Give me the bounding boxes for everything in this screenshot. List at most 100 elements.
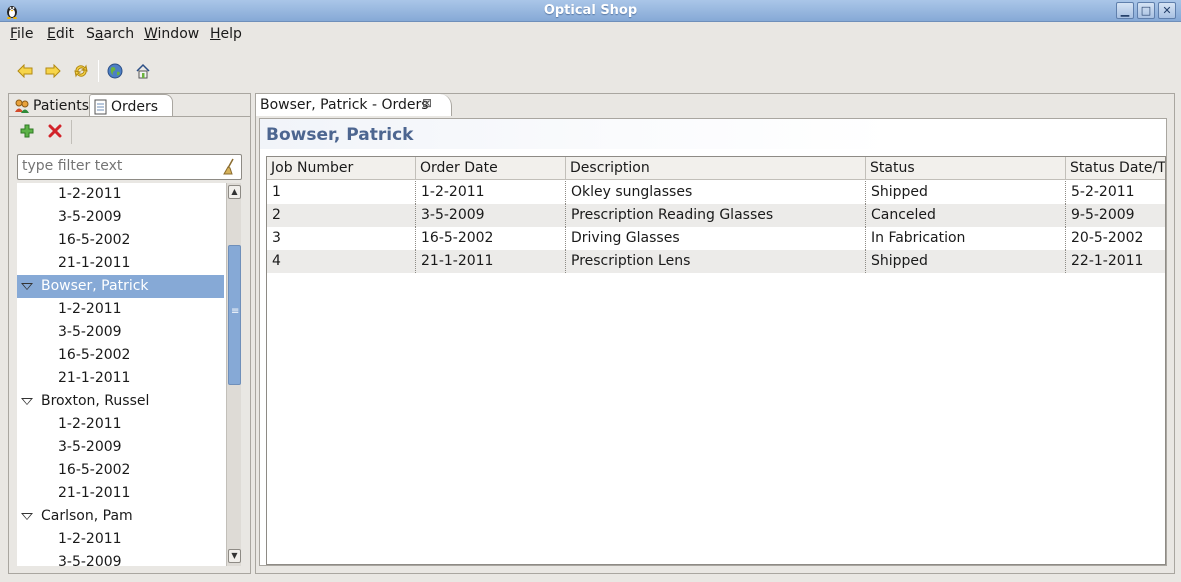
close-tab-icon[interactable]: ⊠ (422, 96, 432, 110)
scroll-up-arrow[interactable]: ▲ (228, 185, 241, 199)
title-bar: Optical Shop ▁ □ ✕ (0, 0, 1181, 22)
tree-node-label: 3-5-2009 (58, 324, 122, 340)
column-header[interactable]: Order Date (416, 157, 566, 180)
table-row[interactable]: 3 16-5-2002 Driving Glasses In Fabrication 2… (267, 227, 1165, 250)
menu-help[interactable]: Help (210, 26, 242, 42)
column-header[interactable]: Status (866, 157, 1066, 180)
document-icon (94, 99, 107, 114)
table-cell: 20-5-2002 (1066, 227, 1165, 250)
tree-node-label: 21-1-2011 (58, 255, 131, 271)
tab-patients[interactable]: Patients (10, 94, 93, 116)
tree-order-node[interactable]: 3-5-2009 (17, 436, 224, 459)
tab-orders-label: Orders (111, 98, 159, 115)
add-icon (20, 124, 34, 138)
tree-scrollbar[interactable]: ▲ ▼ (226, 183, 241, 566)
tree-patient-node[interactable]: Broxton, Russel (17, 390, 224, 413)
tree-node-label: 1-2-2011 (58, 301, 122, 317)
tree-order-node[interactable]: 3-5-2009 (17, 321, 224, 344)
table-cell: 4 (267, 250, 416, 273)
menu-bar: File Edit Saarch Window Help (0, 23, 1181, 45)
tree-node-label: Bowser, Patrick (41, 278, 149, 294)
scroll-thumb[interactable] (228, 245, 241, 385)
table-cell: 1 (267, 181, 416, 204)
forward-button[interactable] (42, 60, 64, 82)
patients-icon (15, 99, 29, 113)
column-header[interactable]: Description (566, 157, 866, 180)
close-button[interactable]: ✕ (1158, 2, 1176, 19)
tree-order-node[interactable]: 1-2-2011 (17, 413, 224, 436)
globe-icon (107, 63, 123, 79)
table-cell: 1-2-2011 (416, 181, 566, 204)
table-cell: 2 (267, 204, 416, 227)
tree-order-node[interactable]: 16-5-2002 (17, 229, 224, 252)
table-row[interactable]: 2 3-5-2009 Prescription Reading Glasses Can… (267, 204, 1165, 227)
orders-tree[interactable]: 3-5-2009 1-2-2011 Carlson, Pam 21-1-2011 16-… (17, 183, 241, 566)
table-cell: Canceled (866, 204, 1066, 227)
menu-search[interactable]: Saarch (86, 26, 134, 42)
tree-order-node[interactable]: 21-1-2011 (17, 252, 224, 275)
table-row[interactable]: 1 1-2-2011 Okley sunglasses Shipped 5-2-2011 (267, 181, 1165, 204)
sync-button[interactable] (70, 60, 92, 82)
filter-input[interactable] (22, 158, 212, 174)
tree-order-node[interactable]: 1-2-2011 (17, 528, 224, 551)
table-cell: In Fabrication (866, 227, 1066, 250)
minimize-button[interactable]: ▁ (1116, 2, 1134, 19)
tab-orders[interactable]: Orders (89, 94, 173, 116)
tab-bowser-orders[interactable]: Bowser, Patrick - Orders ⊠ (256, 94, 452, 116)
expand-triangle-icon[interactable] (21, 283, 33, 290)
expand-triangle-icon[interactable] (21, 398, 33, 405)
tree-order-node[interactable]: 16-5-2002 (17, 344, 224, 367)
tab-patients-label: Patients (33, 98, 90, 114)
column-header[interactable]: Status Date/Ti (1066, 157, 1165, 180)
tree-node-label: 21-1-2011 (58, 485, 131, 501)
expand-triangle-icon[interactable] (21, 513, 33, 520)
tree-node-label: 16-5-2002 (58, 232, 131, 248)
clear-filter-icon[interactable] (219, 158, 237, 176)
table-cell: Prescription Reading Glasses (566, 204, 866, 227)
tree-order-node[interactable]: 21-1-2011 (17, 482, 224, 505)
tree-node-label: Carlson, Pam (41, 508, 133, 524)
back-button[interactable] (14, 60, 36, 82)
tree-order-node[interactable]: 1-2-2011 (17, 183, 224, 206)
table-cell: 9-5-2009 (1066, 204, 1165, 227)
tree-patient-node[interactable]: Bowser, Patrick (17, 275, 224, 298)
tree-order-node[interactable]: 3-5-2009 (17, 206, 224, 229)
table-cell: 3-5-2009 (416, 204, 566, 227)
menu-window[interactable]: Window (144, 26, 199, 42)
tree-node-label: 16-5-2002 (58, 462, 131, 478)
filter-field[interactable] (17, 154, 242, 180)
tree-node-label: 1-2-2011 (58, 416, 122, 432)
tree-node-label: 3-5-2009 (58, 209, 122, 225)
delete-icon (48, 124, 62, 138)
delete-button[interactable] (44, 120, 66, 142)
orders-table[interactable]: Job Number Order Date Description Status Sta… (266, 156, 1166, 565)
table-cell: 5-2-2011 (1066, 181, 1165, 204)
add-button[interactable] (16, 120, 38, 142)
table-cell: Okley sunglasses (566, 181, 866, 204)
table-cell: 22-1-2011 (1066, 250, 1165, 273)
tree-node-label: 3-5-2009 (58, 439, 122, 455)
scroll-down-arrow[interactable]: ▼ (228, 549, 241, 563)
table-cell: 16-5-2002 (416, 227, 566, 250)
tree-order-node[interactable]: 1-2-2011 (17, 298, 224, 321)
left-toolbar-separator (71, 120, 72, 144)
editor-tab-label: Bowser, Patrick - Orders (260, 97, 429, 113)
table-row[interactable]: 4 21-1-2011 Prescription Lens Shipped 22-1-2… (267, 250, 1165, 273)
tree-order-node[interactable]: 16-5-2002 (17, 459, 224, 482)
tree-order-node[interactable]: 21-1-2011 (17, 367, 224, 390)
tree-order-node[interactable]: 3-5-2009 (17, 551, 224, 566)
menu-file[interactable]: File (10, 26, 33, 42)
form-title: Bowser, Patrick (266, 125, 414, 145)
left-tabs: Patients Orders (9, 94, 250, 116)
window-title: Optical Shop (543, 3, 638, 18)
sync-icon (74, 64, 88, 78)
back-arrow-icon (17, 64, 33, 78)
tree-patient-node[interactable]: Carlson, Pam (17, 505, 224, 528)
home-button[interactable] (132, 60, 154, 82)
globe-button[interactable] (104, 60, 126, 82)
menu-edit[interactable]: Edit (47, 26, 74, 42)
table-cell: Shipped (866, 250, 1066, 273)
column-header[interactable]: Job Number (267, 157, 416, 180)
toolbar-separator (98, 60, 99, 82)
maximize-button[interactable]: □ (1137, 2, 1155, 19)
